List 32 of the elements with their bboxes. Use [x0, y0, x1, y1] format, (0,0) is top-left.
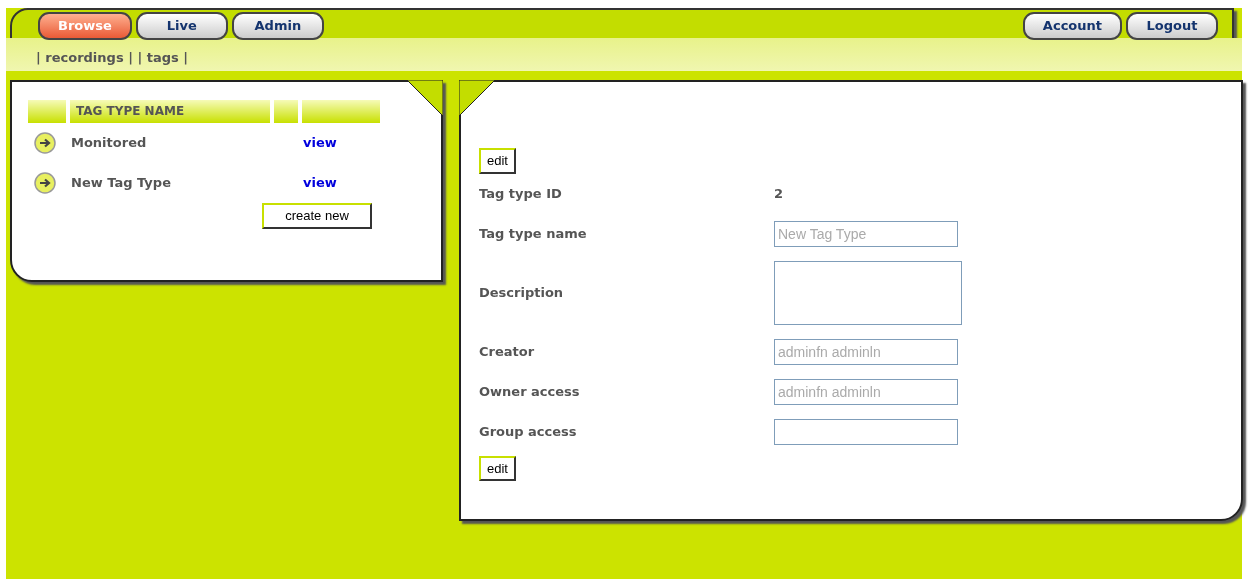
field-value: 2	[774, 184, 785, 203]
edit-button[interactable]: edit	[479, 455, 516, 481]
input-field[interactable]	[774, 418, 958, 445]
header-cell: TAG TYPE NAME	[70, 100, 270, 123]
separator: |	[36, 50, 41, 65]
create-new-button[interactable]: create new	[262, 203, 372, 229]
header-cell	[28, 100, 66, 123]
field-label: Tag type name	[479, 224, 588, 243]
edit-button[interactable]: edit	[479, 148, 516, 174]
nav-tab[interactable]: Live	[135, 12, 228, 40]
input-field[interactable]: adminfn adminln	[774, 378, 958, 405]
header-cell	[274, 100, 298, 123]
input-field[interactable]: adminfn adminln	[774, 338, 958, 365]
tag-type-name: Monitored	[71, 134, 148, 153]
nav-button[interactable]: Logout	[1126, 12, 1218, 40]
field-label: Owner access	[479, 382, 581, 401]
field-label: Creator	[479, 342, 536, 361]
nav-tab[interactable]: Admin	[231, 12, 324, 40]
text-area[interactable]	[774, 260, 962, 325]
nav-button[interactable]: Account	[1022, 12, 1122, 40]
separator: |	[128, 50, 133, 65]
view-link[interactable]: view	[303, 173, 337, 193]
nav-link[interactable]: recordings	[45, 50, 124, 65]
nav-link[interactable]: tags	[146, 50, 179, 65]
input-field[interactable]: New Tag Type	[774, 220, 958, 247]
view-link[interactable]: view	[303, 133, 337, 153]
field-label: Tag type ID	[479, 184, 563, 203]
field-label: Description	[479, 283, 565, 302]
separator: |	[137, 50, 143, 65]
field-label: Group access	[479, 422, 578, 441]
separator: |	[183, 50, 189, 65]
tag-type-name: New Tag Type	[71, 174, 172, 193]
